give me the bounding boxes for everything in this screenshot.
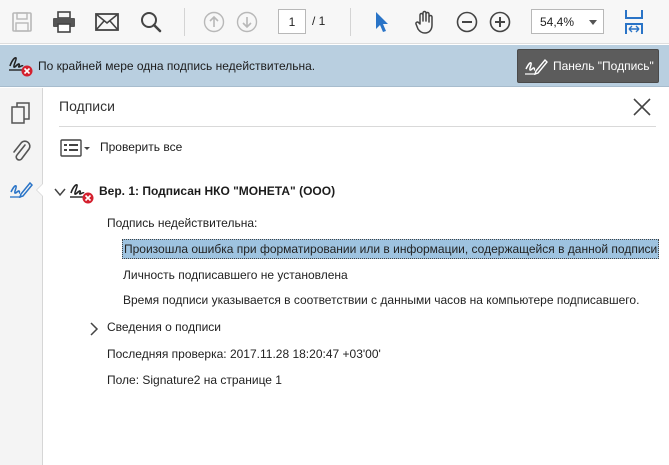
print-icon[interactable] xyxy=(50,8,78,36)
signature-field: Поле: Signature2 на странице 1 xyxy=(107,373,282,387)
chevron-down-icon[interactable] xyxy=(54,186,66,198)
previous-page-icon[interactable] xyxy=(200,8,228,36)
options-menu-button[interactable] xyxy=(60,138,92,158)
signature-pen-icon xyxy=(525,58,548,76)
close-icon[interactable] xyxy=(631,96,653,118)
mail-icon[interactable] xyxy=(93,8,121,36)
signature-panel-button[interactable]: Панель "Подпись" xyxy=(517,49,659,83)
page-total: / 1 xyxy=(312,14,326,28)
signature-detail[interactable]: Время подписи указывается в соответствии… xyxy=(123,293,639,307)
zoom-out-icon[interactable] xyxy=(453,8,481,36)
signature-info-toggle[interactable]: Сведения о подписи xyxy=(107,320,221,334)
toolbar-separator xyxy=(350,8,351,36)
toolbar-separator xyxy=(184,8,185,36)
pages-icon[interactable] xyxy=(8,100,34,126)
attachment-icon[interactable] xyxy=(8,138,34,164)
toolbar: / 1 54,4% xyxy=(0,0,669,44)
signature-pen-icon[interactable] xyxy=(8,176,34,202)
message-text: По крайней мере одна подпись недействите… xyxy=(38,59,316,73)
signature-detail[interactable]: Личность подписавшего не установлена xyxy=(123,268,348,282)
last-check: Последняя проверка: 2017.11.28 18:20:47 … xyxy=(107,347,381,361)
divider xyxy=(59,126,656,127)
list-options-icon xyxy=(60,139,90,157)
chevron-down-icon xyxy=(589,20,597,25)
signature-detail-selected[interactable]: Произошла ошибка при форматировании или … xyxy=(122,239,660,259)
invalid-signature-icon xyxy=(8,54,34,78)
panel-pointer xyxy=(36,183,43,197)
zoom-value: 54,4% xyxy=(540,14,575,29)
search-icon[interactable] xyxy=(137,8,165,36)
save-icon[interactable] xyxy=(8,8,36,36)
zoom-select[interactable]: 54,4% xyxy=(531,9,604,34)
next-page-icon[interactable] xyxy=(233,8,261,36)
invalid-signature-icon xyxy=(69,181,95,205)
left-rail xyxy=(0,88,43,465)
panel-title: Подписи xyxy=(59,98,115,114)
page-number-input[interactable] xyxy=(278,9,306,34)
verify-all-button[interactable]: Проверить все xyxy=(100,140,182,154)
signature-status: Подпись недействительна: xyxy=(107,216,258,230)
zoom-in-icon[interactable] xyxy=(486,8,514,36)
signatures-panel: Подписи Проверить все Вер. 1: Подписан Н… xyxy=(44,88,669,465)
signature-header[interactable]: Вер. 1: Подписан НКО "МОНЕТА" (ООО) xyxy=(99,184,335,198)
chevron-right-icon[interactable] xyxy=(88,322,100,336)
hand-tool-icon[interactable] xyxy=(411,8,439,36)
signature-panel-label: Панель "Подпись" xyxy=(553,59,654,73)
select-cursor-icon[interactable] xyxy=(368,8,396,36)
fit-page-icon[interactable] xyxy=(620,8,648,36)
